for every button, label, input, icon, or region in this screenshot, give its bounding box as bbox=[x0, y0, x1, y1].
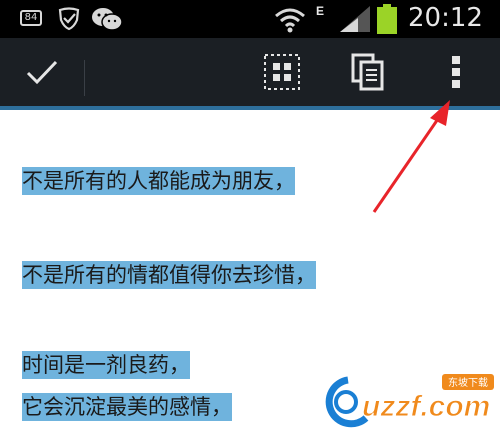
selected-text: 不是所有的情都值得你去珍惜， bbox=[22, 261, 316, 289]
select-all-icon bbox=[264, 54, 300, 90]
selected-text: 它会沉淀最美的感情， bbox=[22, 393, 232, 421]
signal-icon bbox=[340, 6, 370, 32]
text-selection-action-bar bbox=[0, 38, 500, 110]
wechat-icon bbox=[92, 8, 123, 31]
text-line[interactable]: 不是所有的情都值得你去珍惜， bbox=[22, 260, 316, 290]
selected-text: 不是所有的人都能成为朋友， bbox=[22, 167, 295, 195]
battery-level-text: 84 bbox=[24, 12, 38, 23]
watermark-logo: uzzf.com 东坡下载 bbox=[318, 368, 496, 432]
wifi-icon bbox=[275, 8, 305, 33]
overflow-menu-icon bbox=[452, 56, 460, 88]
done-button[interactable] bbox=[0, 38, 84, 106]
select-all-button[interactable] bbox=[254, 38, 310, 106]
overflow-menu-button[interactable] bbox=[436, 38, 476, 106]
text-line[interactable]: 时间是一剂良药， bbox=[22, 350, 190, 380]
network-type-text: E bbox=[316, 4, 325, 18]
selected-text: 时间是一剂良药， bbox=[22, 351, 190, 379]
copy-icon bbox=[351, 53, 384, 91]
status-bar: 84 E 20:12 bbox=[0, 0, 500, 38]
uzzf-logo-icon: uzzf.com 东坡下载 bbox=[325, 374, 494, 428]
text-line[interactable]: 不是所有的人都能成为朋友， bbox=[22, 166, 295, 196]
shield-check-icon bbox=[58, 7, 80, 31]
watermark-tag: 东坡下载 bbox=[448, 376, 488, 389]
copy-button[interactable] bbox=[340, 38, 396, 106]
battery-level-icon: 84 bbox=[20, 10, 42, 26]
clock-time: 20:12 bbox=[408, 3, 483, 33]
action-bar-divider bbox=[84, 60, 85, 96]
battery-full-icon bbox=[377, 4, 397, 34]
check-icon bbox=[26, 60, 58, 85]
watermark-text: uzzf.com bbox=[362, 390, 490, 423]
text-line[interactable]: 它会沉淀最美的感情， bbox=[22, 392, 232, 422]
